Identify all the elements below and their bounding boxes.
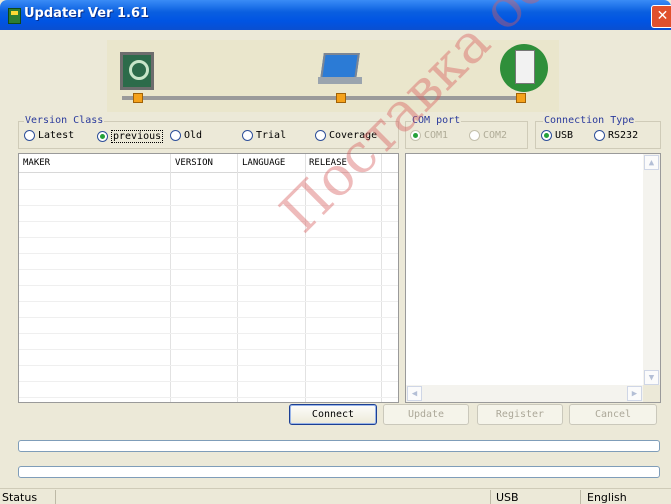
- register-button[interactable]: Register: [477, 404, 563, 425]
- update-button[interactable]: Update: [383, 404, 469, 425]
- radio-latest[interactable]: Latest: [24, 130, 74, 141]
- radio-previous-dot[interactable]: [97, 131, 108, 142]
- status-connection: USB: [496, 491, 519, 504]
- table-row: [19, 205, 398, 206]
- radio-coverage-dot[interactable]: [315, 130, 326, 141]
- cancel-button[interactable]: Cancel: [569, 404, 657, 425]
- radio-old-label: Old: [184, 130, 203, 141]
- radio-latest-dot[interactable]: [24, 130, 35, 141]
- scroll-left-icon[interactable]: ◀: [407, 386, 422, 401]
- radio-rs232[interactable]: RS232: [594, 130, 638, 141]
- radio-rs232-dot[interactable]: [594, 130, 605, 141]
- node-marker-server: [516, 93, 526, 103]
- column-header-maker[interactable]: MAKER: [23, 158, 50, 168]
- column-header-release[interactable]: RELEASE: [309, 158, 347, 168]
- status-language: English: [587, 491, 627, 504]
- vertical-scrollbar[interactable]: ▲ ▼: [643, 154, 660, 386]
- progress-bar-1: [18, 440, 660, 452]
- radio-previous[interactable]: previous: [97, 130, 164, 143]
- radio-previous-label: previous: [111, 130, 164, 143]
- table-row: [19, 317, 398, 318]
- status-bar: Status USB English: [0, 488, 671, 504]
- radio-latest-label: Latest: [38, 130, 75, 141]
- column-header-language[interactable]: LANGUAGE: [242, 158, 285, 168]
- status-label: Status: [2, 491, 38, 504]
- radio-old-dot[interactable]: [170, 130, 181, 141]
- radio-coverage-label: Coverage: [329, 130, 378, 141]
- radio-com2[interactable]: COM2: [469, 130, 507, 141]
- radio-com1-dot[interactable]: [410, 130, 421, 141]
- laptop-base: [318, 77, 362, 84]
- radio-com2-label: COM2: [483, 130, 508, 141]
- connect-button[interactable]: Connect: [289, 404, 377, 425]
- scroll-right-icon[interactable]: ▶: [627, 386, 642, 401]
- radio-trial[interactable]: Trial: [242, 130, 286, 141]
- radio-coverage[interactable]: Coverage: [315, 130, 377, 141]
- com-port-title: COM port: [411, 115, 462, 126]
- network-line: [122, 96, 522, 100]
- radio-usb-dot[interactable]: [541, 130, 552, 141]
- radio-com2-dot[interactable]: [469, 130, 480, 141]
- version-table[interactable]: MAKER VERSION LANGUAGE RELEASE: [18, 153, 399, 403]
- scroll-down-icon[interactable]: ▼: [644, 370, 659, 385]
- radio-usb-label: USB: [555, 130, 574, 141]
- window-title: Updater Ver 1.61: [24, 6, 150, 21]
- connection-type-title: Connection Type: [543, 115, 636, 126]
- radio-usb[interactable]: USB: [541, 130, 573, 141]
- radio-rs232-label: RS232: [608, 130, 639, 141]
- radio-trial-dot[interactable]: [242, 130, 253, 141]
- table-row: [19, 301, 398, 302]
- table-header: MAKER VERSION LANGUAGE RELEASE: [19, 154, 398, 173]
- node-marker-laptop: [336, 93, 346, 103]
- node-marker-pc: [133, 93, 143, 103]
- table-row: [19, 269, 398, 270]
- radio-old[interactable]: Old: [170, 130, 202, 141]
- radio-trial-label: Trial: [256, 130, 287, 141]
- table-row: [19, 253, 398, 254]
- search-pc-icon: [120, 52, 154, 90]
- progress-bar-2: [18, 466, 660, 478]
- close-button[interactable]: ✕: [651, 5, 671, 28]
- table-row: [19, 365, 398, 366]
- column-header-version[interactable]: VERSION: [175, 158, 213, 168]
- table-row: [19, 397, 398, 398]
- table-row: [19, 333, 398, 334]
- laptop-icon: [318, 53, 362, 85]
- table-row: [19, 189, 398, 190]
- radio-com1-label: COM1: [424, 130, 449, 141]
- laptop-screen: [320, 53, 360, 79]
- table-row: [19, 381, 398, 382]
- title-bar[interactable]: Updater Ver 1.61 ✕: [0, 0, 671, 30]
- scroll-up-icon[interactable]: ▲: [644, 155, 659, 170]
- updater-window: Updater Ver 1.61 ✕ Version Class Latest …: [0, 0, 671, 504]
- status-divider: [490, 490, 491, 504]
- table-row: [19, 349, 398, 350]
- device-list[interactable]: ▲ ▼ ◀ ▶: [405, 153, 661, 403]
- table-row: [19, 285, 398, 286]
- server-globe-icon: [500, 44, 548, 92]
- scrollbar-corner: [643, 385, 660, 402]
- version-class-title: Version Class: [24, 115, 105, 126]
- table-row: [19, 237, 398, 238]
- app-icon: [8, 8, 21, 24]
- radio-com1[interactable]: COM1: [410, 130, 448, 141]
- horizontal-scrollbar[interactable]: ◀ ▶: [406, 385, 643, 402]
- status-divider: [580, 490, 581, 504]
- status-divider: [55, 490, 56, 504]
- table-row: [19, 221, 398, 222]
